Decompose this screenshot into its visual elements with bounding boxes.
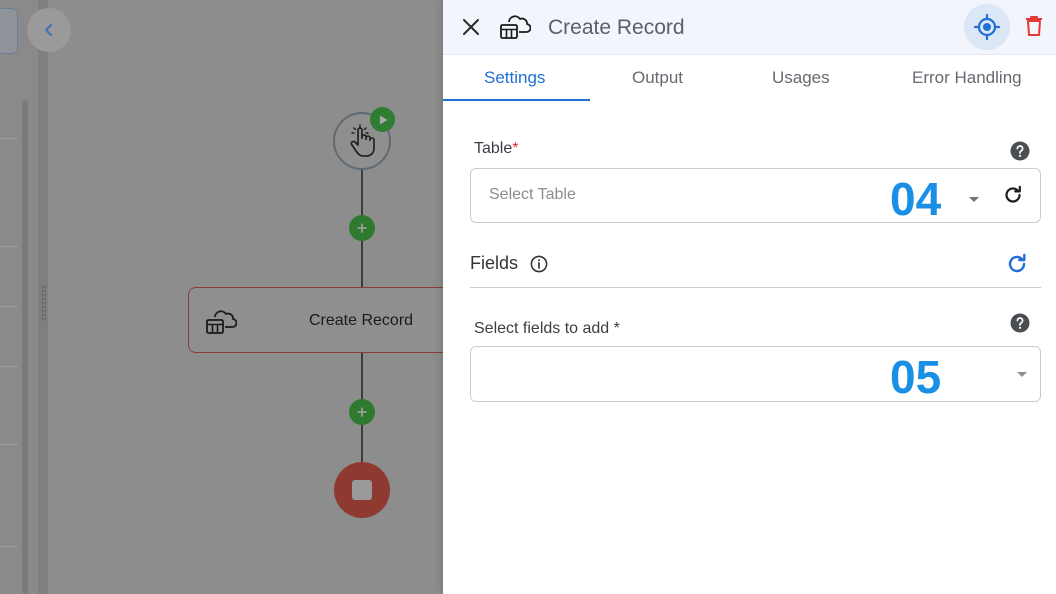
panel-header: Create Record xyxy=(443,0,1056,55)
active-tab-indicator xyxy=(443,99,590,101)
table-select-placeholder: Select Table xyxy=(489,186,576,203)
sidebar-divider xyxy=(0,546,18,547)
trash-icon xyxy=(1026,16,1042,36)
properties-panel: Create Record Settings Output Usages Err… xyxy=(443,0,1056,594)
section-divider xyxy=(470,287,1041,288)
sidebar-scrollbar[interactable] xyxy=(22,100,28,594)
fields-select[interactable]: 05 xyxy=(470,346,1041,403)
panel-title: Create Record xyxy=(548,16,685,39)
step-number-overlay: 04 xyxy=(890,173,942,225)
step-number-overlay: 05 xyxy=(890,351,942,403)
tab-output[interactable]: Output xyxy=(632,68,683,88)
fields-section-title: Fields xyxy=(470,253,519,273)
info-icon[interactable] xyxy=(530,255,548,278)
database-cloud-icon xyxy=(499,11,532,46)
plus-icon xyxy=(357,407,367,417)
tab-usages[interactable]: Usages xyxy=(772,68,830,88)
sidebar-divider xyxy=(0,306,18,307)
caret-down-icon xyxy=(969,197,979,202)
table-label-text: Table xyxy=(474,140,513,157)
sidebar-divider xyxy=(0,444,18,445)
create-record-node[interactable]: Create Record xyxy=(188,287,443,353)
resize-grip[interactable] xyxy=(41,285,46,321)
stop-icon xyxy=(352,480,372,500)
chevron-left-icon xyxy=(44,23,53,37)
delete-node-button[interactable] xyxy=(1021,12,1047,40)
refresh-tables-button[interactable] xyxy=(1002,184,1024,211)
add-step-button[interactable] xyxy=(349,399,375,425)
locate-node-button[interactable] xyxy=(964,4,1010,50)
refresh-icon xyxy=(1005,185,1021,203)
help-icon[interactable] xyxy=(1010,313,1030,333)
fields-select-label: Select fields to add * xyxy=(474,320,620,337)
table-select[interactable]: Select Table 04 xyxy=(470,168,1041,225)
table-label: Table* xyxy=(474,140,518,158)
help-icon[interactable] xyxy=(1010,141,1030,161)
play-icon xyxy=(379,115,387,124)
node-label: Create Record xyxy=(309,312,414,329)
locate-icon xyxy=(974,14,1000,40)
sidebar-divider xyxy=(0,138,18,139)
tab-error-handling[interactable]: Error Handling xyxy=(912,68,1022,88)
database-cloud-icon xyxy=(205,306,238,341)
end-node[interactable] xyxy=(334,462,390,518)
close-button[interactable] xyxy=(458,14,484,40)
sidebar-divider xyxy=(0,246,18,247)
required-mark: * xyxy=(512,140,519,157)
tab-settings[interactable]: Settings xyxy=(484,68,545,88)
refresh-icon xyxy=(1008,253,1026,273)
collapse-sidebar-button[interactable] xyxy=(27,8,71,52)
close-icon xyxy=(463,19,479,35)
plus-icon xyxy=(357,223,367,233)
left-sidebar xyxy=(0,0,40,594)
caret-down-icon xyxy=(1017,372,1027,377)
workflow-canvas: Create Record xyxy=(0,0,443,594)
touch-trigger-icon xyxy=(350,124,375,157)
add-step-button[interactable] xyxy=(349,215,375,241)
sidebar-panel-edge[interactable] xyxy=(0,8,18,54)
refresh-fields-button[interactable] xyxy=(1005,252,1029,281)
run-trigger-button[interactable] xyxy=(370,107,395,132)
sidebar-divider xyxy=(0,366,18,367)
panel-tabs: Settings Output Usages Error Handling xyxy=(443,56,1056,102)
